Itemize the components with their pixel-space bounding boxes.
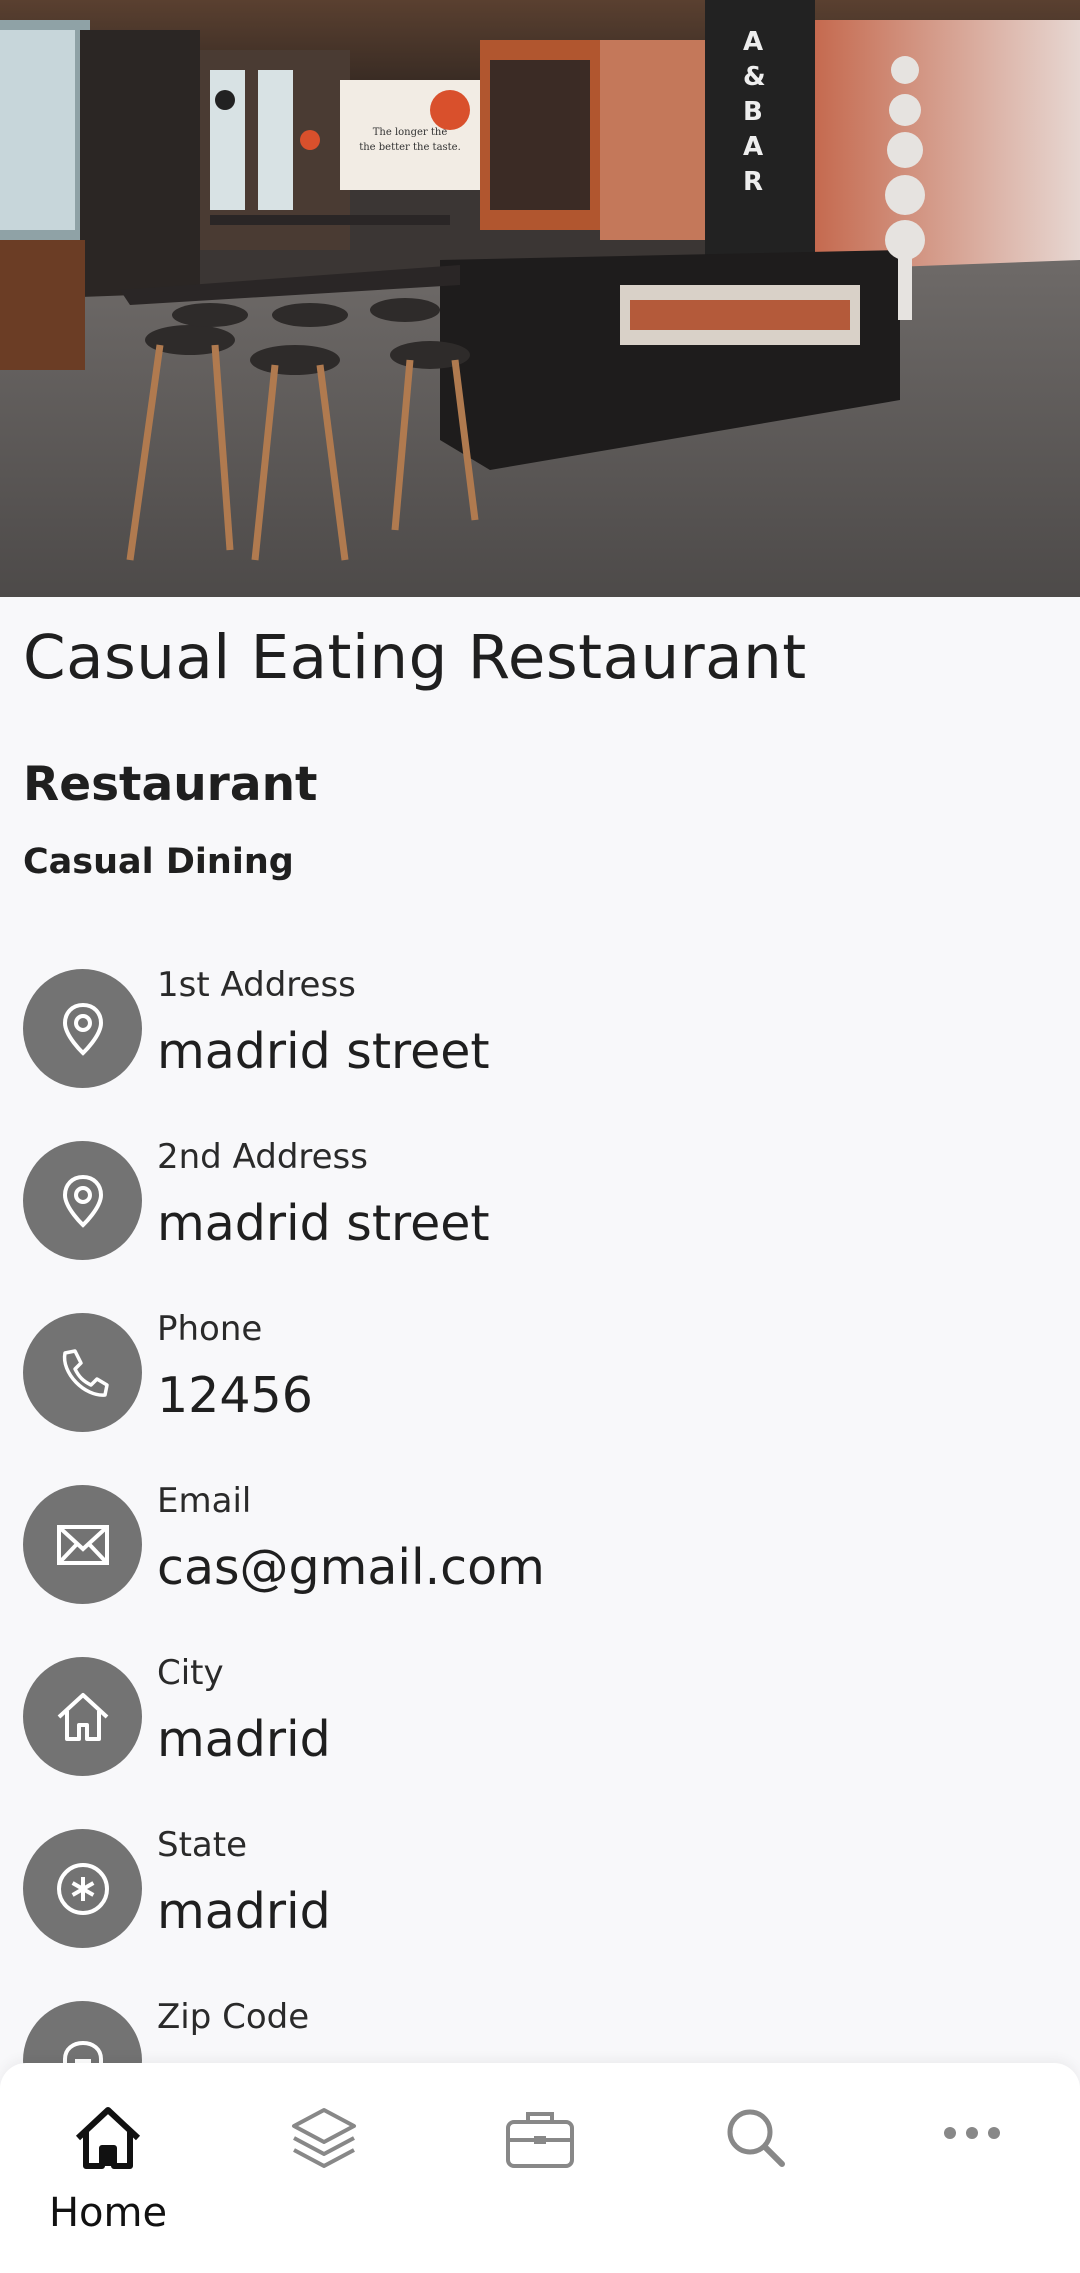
info-row-city[interactable]: City madrid	[0, 1653, 1080, 1783]
more-icon	[944, 2127, 1000, 2139]
info-label: 2nd Address	[157, 1137, 368, 1177]
nav-home[interactable]: Home	[0, 2063, 216, 2273]
svg-text:R: R	[743, 167, 763, 197]
info-label: Phone	[157, 1309, 263, 1349]
phone-icon	[23, 1313, 142, 1432]
svg-text:&: &	[743, 62, 766, 92]
search-icon	[727, 2109, 785, 2167]
asterisk-circle-icon	[23, 1829, 142, 1948]
info-label: Zip Code	[157, 1997, 310, 2037]
info-value: madrid	[157, 1883, 331, 1940]
info-value: 12456	[157, 1367, 313, 1424]
layers-icon	[292, 2108, 356, 2168]
restaurant-subcategory: Casual Dining	[23, 842, 294, 882]
svg-text:A: A	[743, 132, 763, 162]
envelope-icon	[23, 1485, 142, 1604]
restaurant-photo: The longer the the better the taste. A &…	[0, 0, 1080, 597]
nav-home-label: Home	[48, 2190, 168, 2236]
briefcase-icon	[506, 2112, 574, 2168]
nav-more[interactable]	[864, 2063, 1080, 2273]
info-label: State	[157, 1825, 247, 1865]
restaurant-detail-screen: The longer the the better the taste. A &…	[0, 0, 1080, 2273]
info-value: madrid street	[157, 1023, 490, 1080]
info-row-email[interactable]: Email cas@gmail.com	[0, 1481, 1080, 1611]
info-row-phone[interactable]: Phone 12456	[0, 1309, 1080, 1439]
house-icon	[23, 1657, 142, 1776]
info-label: 1st Address	[157, 965, 356, 1005]
home-icon	[75, 2107, 141, 2169]
info-row-second-address[interactable]: 2nd Address madrid street	[0, 1137, 1080, 1267]
nav-briefcase[interactable]	[432, 2063, 648, 2273]
svg-text:B: B	[743, 97, 763, 127]
svg-text:the better the taste.: the better the taste.	[359, 142, 461, 153]
info-value: madrid street	[157, 1195, 490, 1252]
info-label: Email	[157, 1481, 252, 1521]
location-pin-icon	[23, 1141, 142, 1260]
nav-layers[interactable]	[216, 2063, 432, 2273]
nav-search[interactable]	[648, 2063, 864, 2273]
svg-text:The longer the: The longer the	[373, 127, 448, 138]
restaurant-name: Casual Eating Restaurant	[23, 622, 807, 693]
svg-text:A: A	[743, 27, 763, 57]
location-pin-icon	[23, 969, 142, 1088]
info-value: madrid	[157, 1711, 331, 1768]
info-value: cas@gmail.com	[157, 1539, 545, 1596]
bottom-navigation-bar: Home	[0, 2063, 1080, 2273]
info-row-first-address[interactable]: 1st Address madrid street	[0, 965, 1080, 1095]
info-row-state[interactable]: State madrid	[0, 1825, 1080, 1955]
info-label: City	[157, 1653, 224, 1693]
restaurant-category: Restaurant	[23, 757, 318, 812]
